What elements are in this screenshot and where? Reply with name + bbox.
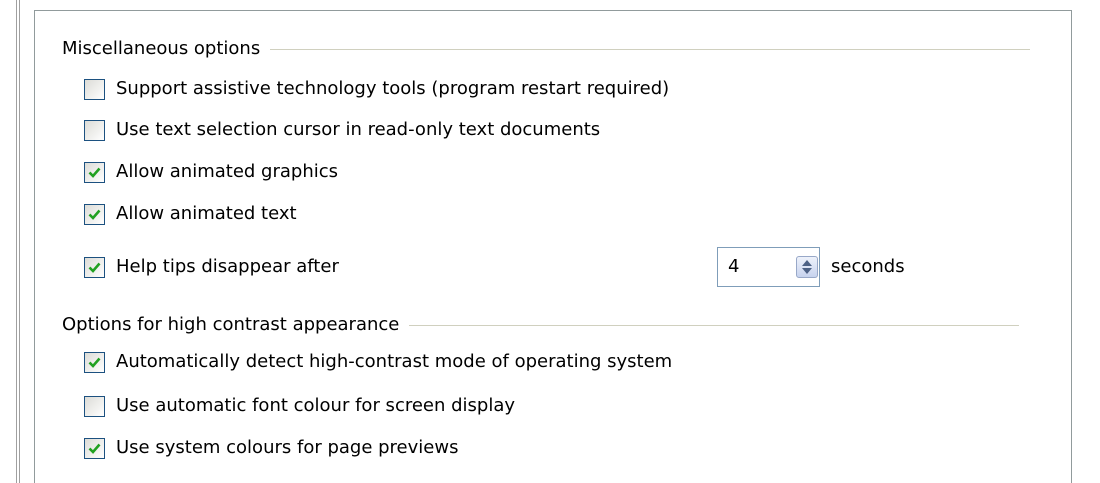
assistive-tech-option[interactable]: Support assistive technology tools (prog… [84,77,669,101]
auto-detect-contrast-checkbox[interactable] [84,351,105,373]
contrast-options-separator [409,324,1020,326]
help-tips-seconds-spinbox[interactable]: 4 [717,247,820,287]
window-edge [16,0,20,483]
spin-arrows-icon[interactable] [796,256,818,278]
system-colours-checkbox[interactable] [84,437,105,459]
auto-detect-contrast-option[interactable]: Automatically detect high-contrast mode … [84,350,672,374]
check-icon [88,357,101,368]
check-icon [88,262,101,273]
help-tips-seconds-value[interactable]: 4 [728,256,739,278]
contrast-options-header: Options for high contrast appearance [62,314,1020,336]
animated-graphics-label: Allow animated graphics [116,161,339,182]
help-tips-checkbox[interactable] [84,256,105,278]
auto-font-colour-checkbox[interactable] [84,395,105,417]
seconds-unit-label: seconds [831,256,905,277]
animated-text-label: Allow animated text [116,203,297,224]
check-icon [88,209,101,220]
auto-font-colour-option[interactable]: Use automatic font colour for screen dis… [84,394,515,418]
system-colours-option[interactable]: Use system colours for page previews [84,436,458,460]
auto-detect-contrast-label: Automatically detect high-contrast mode … [116,351,673,372]
text-cursor-checkbox[interactable] [84,119,105,141]
misc-options-header: Miscellaneous options [62,38,1031,60]
assistive-tech-label: Support assistive technology tools (prog… [116,78,670,99]
text-cursor-label: Use text selection cursor in read-only t… [116,119,601,140]
text-cursor-option[interactable]: Use text selection cursor in read-only t… [84,118,600,142]
help-tips-label: Help tips disappear after [116,256,339,277]
help-tips-option[interactable]: Help tips disappear after [84,255,339,279]
animated-graphics-option[interactable]: Allow animated graphics [84,160,338,184]
animated-graphics-checkbox[interactable] [84,161,105,183]
assistive-tech-checkbox[interactable] [84,78,105,100]
animated-text-checkbox[interactable] [84,203,105,225]
animated-text-option[interactable]: Allow animated text [84,202,297,226]
system-colours-label: Use system colours for page previews [116,437,459,458]
check-icon [88,167,101,178]
auto-font-colour-label: Use automatic font colour for screen dis… [116,395,516,416]
misc-options-title: Miscellaneous options [62,38,261,59]
contrast-options-title: Options for high contrast appearance [62,314,400,335]
check-icon [88,443,101,454]
misc-options-separator [270,48,1031,50]
